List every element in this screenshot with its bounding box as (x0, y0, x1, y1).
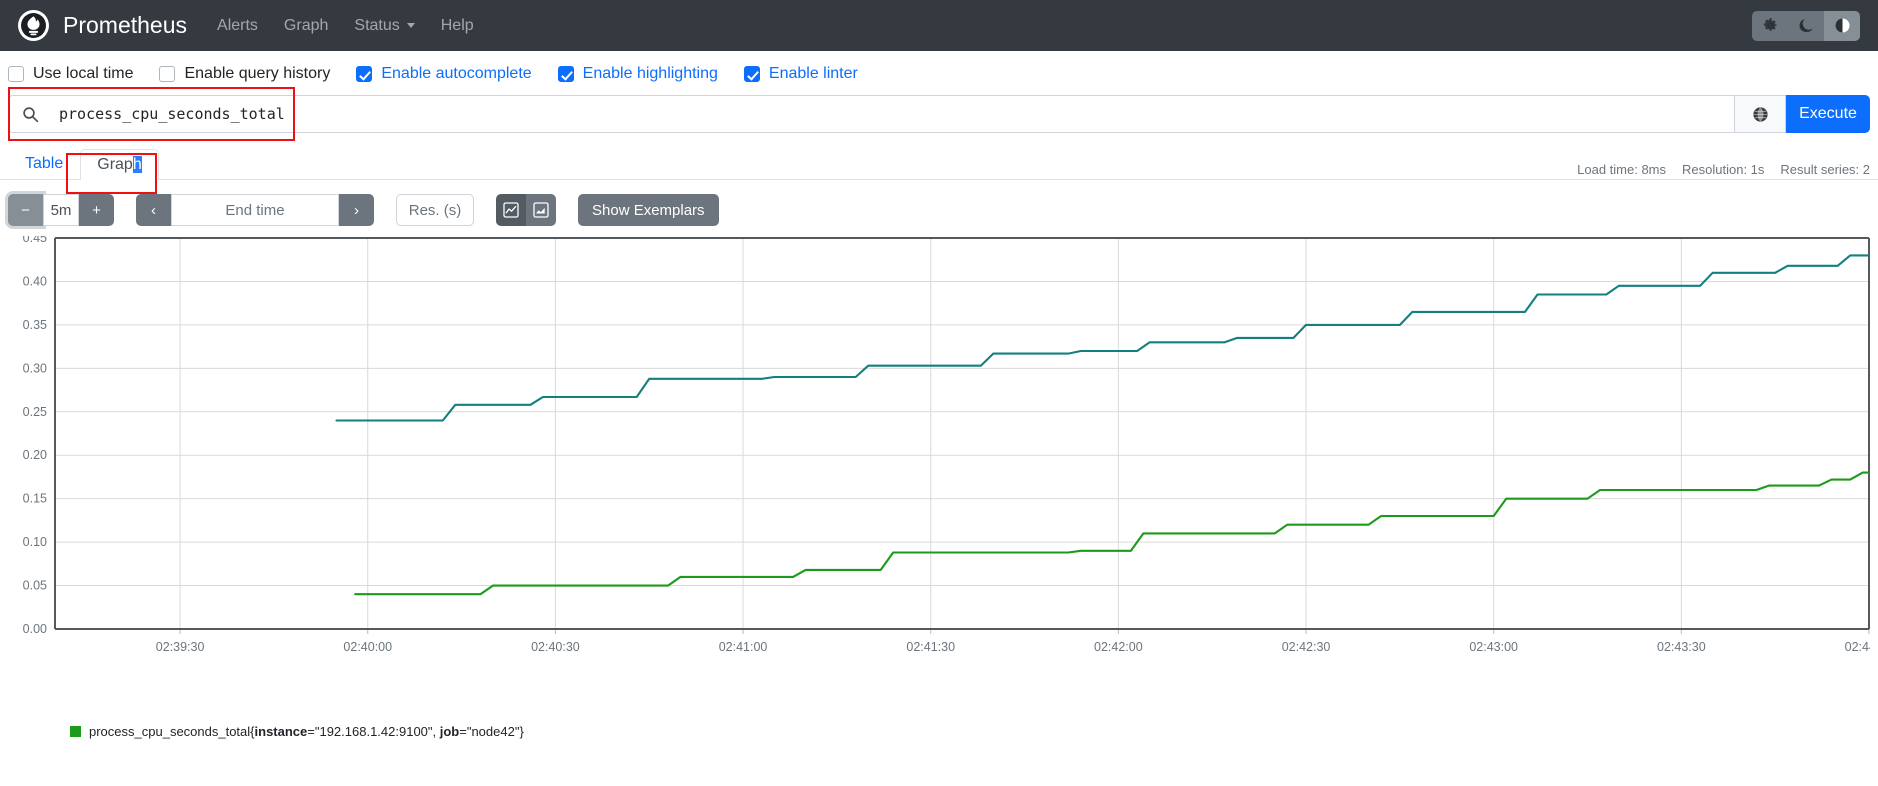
series-line-1 (354, 471, 1870, 596)
chart-type-toggle-group (496, 194, 556, 226)
checkbox-enable-highlighting[interactable] (557, 66, 574, 82)
option-label: Enable query history (184, 65, 331, 82)
search-input[interactable]: process_cpu_seconds_total (51, 95, 1734, 133)
execute-button[interactable]: Execute (1786, 95, 1870, 133)
y-axis-tick-label: 0.35 (23, 318, 47, 332)
query-stats: Load time: 8ms Resolution: 1s Result ser… (1577, 162, 1870, 177)
option-enable-autocomplete[interactable]: Enable autocomplete (356, 65, 532, 83)
tab-graph-label-prefix: Grap (97, 156, 133, 173)
option-label: Enable linter (768, 65, 858, 82)
nav-link-status-label: Status (354, 16, 400, 34)
checkbox-enable-autocomplete[interactable] (356, 66, 373, 82)
navbar: Prometheus Alerts Graph Status Help (0, 0, 1878, 51)
brand-title: Prometheus (63, 12, 188, 38)
previous-time-button[interactable]: ‹ (136, 194, 171, 226)
legend-label-key-instance: instance (254, 724, 308, 739)
option-label: Enable autocomplete (381, 65, 532, 82)
option-label: Use local time (33, 65, 134, 82)
time-series-chart[interactable]: 0.00 0.05 0.10 0.15 0.20 0.25 0.30 0.35 0.40 0.45… (8, 236, 1870, 716)
theme-toggle-group (1752, 10, 1860, 41)
half-circle-icon[interactable] (1824, 10, 1860, 41)
end-time-input[interactable]: End time (171, 194, 339, 226)
nav-link-alerts[interactable]: Alerts (217, 17, 258, 35)
graph-controls-toolbar: − 5m + ‹ End time › Res. (s) Show Exempl… (0, 180, 1878, 236)
checkbox-use-local-time[interactable] (8, 66, 24, 82)
line-chart-icon[interactable] (496, 194, 526, 226)
range-input-group: − 5m + (8, 194, 114, 226)
legend-label-value-instance: ="192.168.1.42:9100", (307, 724, 440, 739)
y-axis-tick-label: 0.10 (23, 535, 47, 549)
decrease-range-button[interactable]: − (8, 194, 43, 226)
nav-link-graph[interactable]: Graph (284, 17, 328, 35)
prometheus-torch-icon[interactable] (18, 10, 49, 41)
legend-label-key-job: job (439, 724, 460, 739)
x-axis-tick-label: 02:41:30 (906, 640, 955, 654)
query-row-wrapper: process_cpu_seconds_total Execute (0, 87, 1878, 141)
legend-metric-name: process_cpu_seconds_total{ (89, 724, 255, 739)
option-enable-linter[interactable]: Enable linter (743, 65, 858, 83)
y-axis-tick-label: 0.40 (23, 274, 47, 288)
x-axis-tick-label: 02:43:00 (1469, 640, 1518, 654)
x-axis-tick-label: 02:40:00 (343, 640, 392, 654)
tab-graph-label-selected: h (132, 156, 142, 173)
search-icon (8, 95, 51, 133)
chart-legend: process_cpu_seconds_total{instance="192.… (0, 716, 1878, 739)
increase-range-button[interactable]: + (79, 194, 114, 226)
query-options-row: Use local time Enable query history Enab… (0, 51, 1878, 95)
y-axis-tick-label: 0.15 (23, 492, 47, 506)
tab-table[interactable]: Table (8, 148, 80, 179)
checkbox-enable-linter[interactable] (743, 66, 760, 82)
series-line-0 (335, 254, 1870, 422)
x-axis-tick-label: 02:39:30 (156, 640, 205, 654)
legend-color-swatch (70, 726, 81, 737)
x-axis-tick-label: 02:44:00 (1845, 640, 1870, 654)
range-input[interactable]: 5m (43, 194, 79, 226)
graph-panel: 0.00 0.05 0.10 0.15 0.20 0.25 0.30 0.35 0.40 0.45… (0, 236, 1878, 716)
x-axis-tick-label: 02:41:00 (719, 640, 768, 654)
show-exemplars-button[interactable]: Show Exemplars (578, 194, 719, 226)
end-time-group: ‹ End time › (136, 194, 374, 226)
x-axis-tick-label: 02:42:00 (1094, 640, 1143, 654)
option-enable-highlighting[interactable]: Enable highlighting (557, 65, 718, 83)
option-enable-query-history[interactable]: Enable query history (159, 65, 330, 83)
nav-link-help[interactable]: Help (441, 17, 474, 35)
globe-icon[interactable] (1734, 95, 1786, 133)
option-use-local-time[interactable]: Use local time (8, 65, 133, 83)
tab-graph[interactable]: Graph (80, 149, 159, 180)
y-axis-tick-label: 0.25 (23, 405, 47, 419)
y-axis-tick-label: 0.45 (23, 236, 47, 245)
checkbox-enable-query-history[interactable] (159, 66, 176, 82)
nav-link-graph-label: Graph (283, 16, 329, 34)
query-row: process_cpu_seconds_total Execute (8, 95, 1870, 133)
stat-load-time: Load time: 8ms (1577, 162, 1667, 177)
y-axis-tick-label: 0.20 (23, 448, 47, 462)
moon-icon[interactable] (1788, 10, 1824, 41)
nav-link-alerts-label: Alerts (217, 16, 258, 34)
resolution-input[interactable]: Res. (s) (396, 194, 474, 226)
legend-label-value-job: ="node42"} (459, 724, 524, 739)
x-axis-tick-label: 02:43:30 (1657, 640, 1706, 654)
next-time-button[interactable]: › (339, 194, 374, 226)
option-label: Enable highlighting (582, 65, 718, 82)
legend-item-label[interactable]: process_cpu_seconds_total{instance="192.… (89, 724, 524, 739)
stacked-chart-icon[interactable] (526, 194, 556, 226)
nav-link-help-label: Help (440, 16, 474, 34)
y-axis-tick-label: 0.05 (23, 579, 47, 593)
chevron-down-icon (406, 23, 415, 28)
y-axis-tick-label: 0.00 (23, 622, 47, 636)
result-tabs: Table Graph Load time: 8ms Resolution: 1… (0, 148, 1878, 194)
y-axis-tick-label: 0.30 (23, 361, 47, 375)
stat-result-series: Result series: 2 (1780, 162, 1870, 177)
nav-links: Alerts Graph Status Help (217, 17, 474, 35)
x-axis-tick-label: 02:42:30 (1282, 640, 1331, 654)
x-axis-tick-label: 02:40:30 (531, 640, 580, 654)
gear-icon[interactable] (1752, 10, 1788, 41)
nav-link-status[interactable]: Status (354, 16, 415, 35)
stat-resolution: Resolution: 1s (1682, 162, 1765, 177)
